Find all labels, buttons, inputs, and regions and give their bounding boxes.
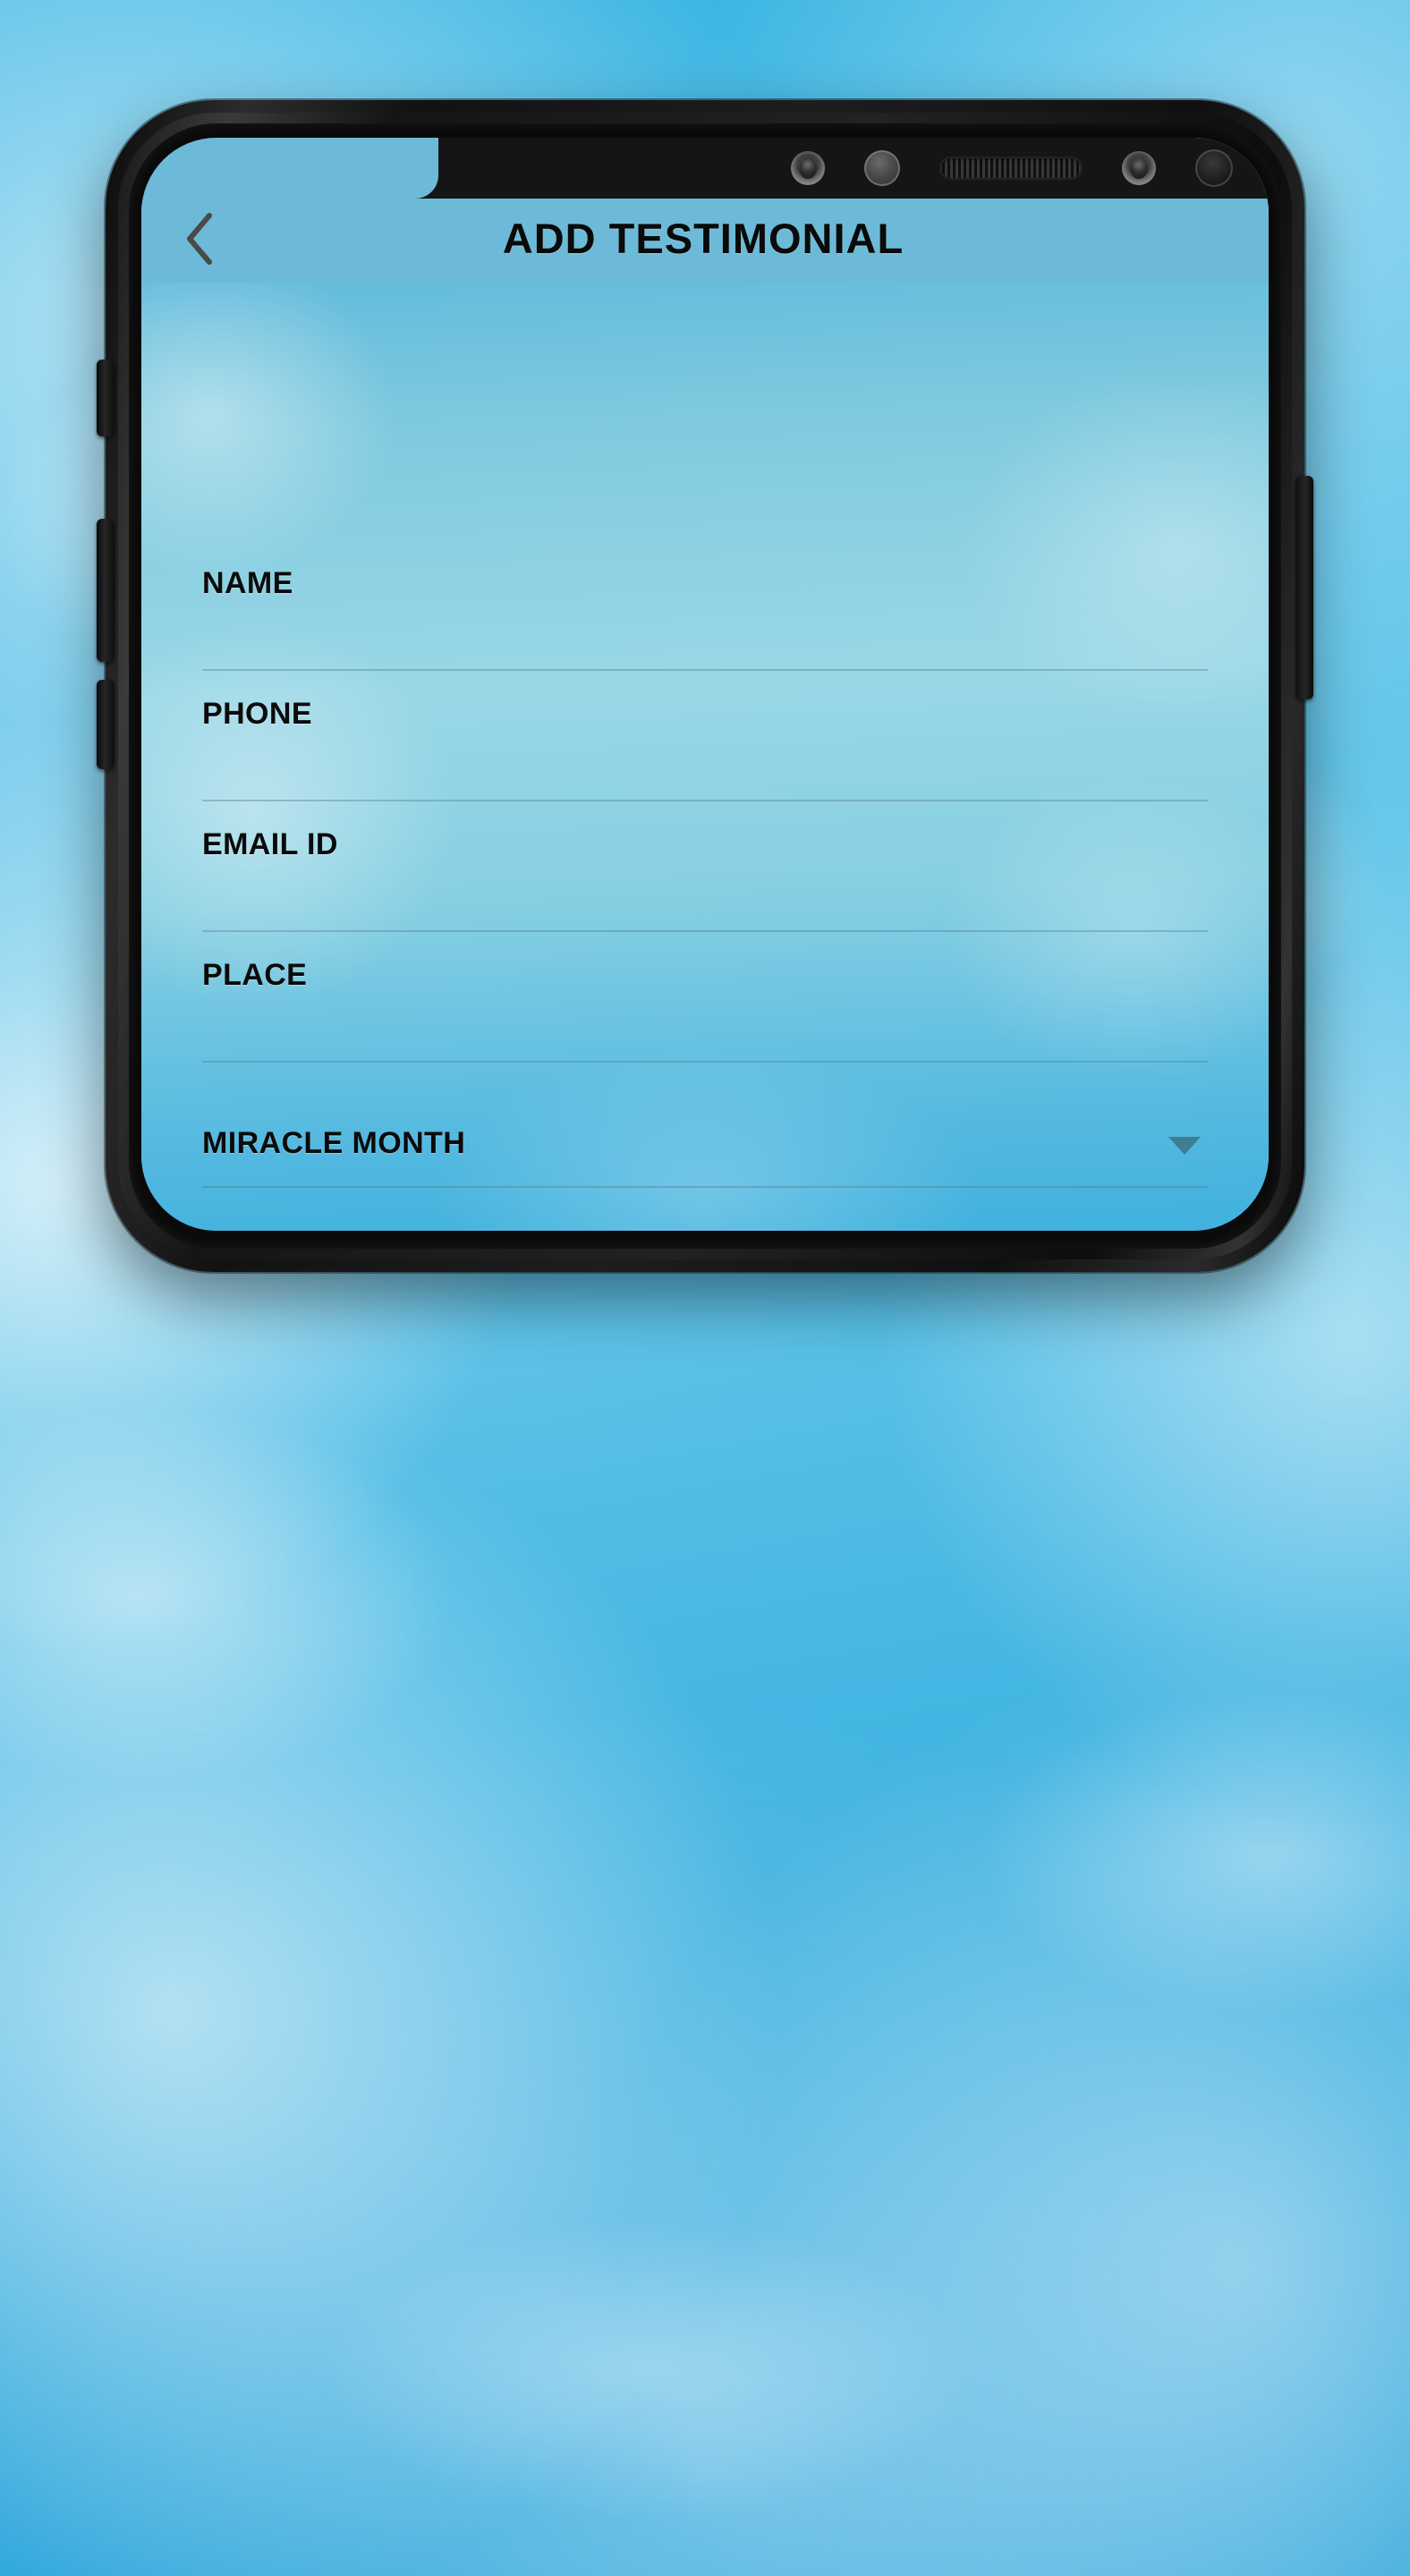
- field-miracle-month-label: MIRACLE MONTH: [202, 1125, 466, 1160]
- field-phone-label: PHONE: [202, 697, 312, 731]
- field-email[interactable]: EMAIL ID: [202, 801, 1208, 932]
- volume-down-button[interactable]: [97, 519, 115, 662]
- back-button[interactable]: [166, 206, 233, 272]
- mute-switch-button[interactable]: [97, 680, 115, 769]
- front-camera-icon: [791, 151, 825, 185]
- earpiece-speaker-icon: [939, 157, 1083, 180]
- field-name-label: NAME: [202, 566, 293, 600]
- field-phone[interactable]: PHONE: [202, 671, 1208, 801]
- chevron-left-icon: [182, 211, 217, 267]
- phone-device-mockup: ADD TESTIMONIAL NAME PHONE EMAIL ID PLAC…: [97, 100, 1313, 1272]
- page-title: ADD TESTIMONIAL: [502, 215, 905, 262]
- field-name[interactable]: NAME: [202, 540, 1208, 671]
- notch-screen-cutout: [141, 138, 438, 199]
- power-button[interactable]: [1295, 476, 1313, 699]
- field-email-label: EMAIL ID: [202, 827, 338, 861]
- app-container: ADD TESTIMONIAL NAME PHONE EMAIL ID PLAC…: [141, 138, 1269, 1231]
- form-field-list: NAME PHONE EMAIL ID PLACE MIRACLE MONTH: [202, 540, 1208, 1231]
- field-miracle-year[interactable]: MIRACLE YEAR: [202, 1188, 1208, 1231]
- sensor-dot-icon: [1195, 149, 1233, 187]
- field-miracle-month[interactable]: MIRACLE MONTH: [202, 1063, 1208, 1188]
- front-camera-2-icon: [1122, 151, 1156, 185]
- phone-screen: ADD TESTIMONIAL NAME PHONE EMAIL ID PLAC…: [141, 138, 1269, 1231]
- form-scroll-area[interactable]: NAME PHONE EMAIL ID PLACE MIRACLE MONTH: [141, 283, 1269, 1231]
- field-place[interactable]: PLACE: [202, 932, 1208, 1063]
- volume-up-button[interactable]: [97, 360, 115, 436]
- field-place-label: PLACE: [202, 958, 308, 992]
- proximity-sensor-icon: [864, 150, 900, 186]
- device-notch: [141, 138, 1269, 199]
- caret-down-icon[interactable]: [1168, 1137, 1201, 1155]
